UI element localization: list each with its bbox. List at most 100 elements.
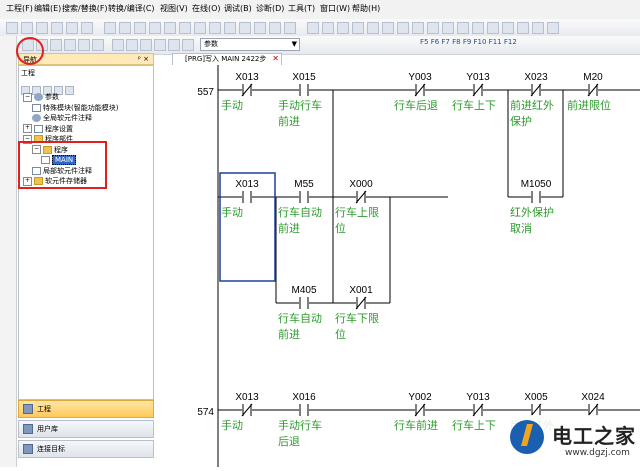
toolbar-button-icon[interactable]	[254, 22, 266, 34]
tree-item[interactable]: 全局软元件注释	[32, 113, 92, 123]
tree-item[interactable]: + 程序设置	[23, 124, 73, 134]
ladder-contact[interactable]: X024	[581, 392, 605, 417]
toolbar-button-icon[interactable]	[284, 22, 296, 34]
nav-tab-1[interactable]: 用户库	[18, 420, 154, 438]
toolbar-button-icon[interactable]	[64, 39, 76, 51]
ladder-contact[interactable]: Y003 行车后退	[394, 72, 438, 112]
nav-tab-0[interactable]: 工程	[18, 400, 154, 418]
toolbar-button-icon[interactable]	[224, 22, 236, 34]
tree-expander-icon[interactable]: −	[23, 92, 32, 102]
menu-item-7[interactable]: 诊断(D)	[256, 3, 284, 14]
contact-comment: 行车自动	[278, 311, 322, 325]
ladder-contact[interactable]: X015 手动行车前进	[278, 72, 322, 128]
toolbar-button-icon[interactable]	[397, 22, 409, 34]
toolbar-button-icon[interactable]	[50, 39, 62, 51]
ladder-contact[interactable]: M20 前进限位	[567, 72, 611, 112]
toolbar-button-icon[interactable]	[209, 22, 221, 34]
ladder-contact[interactable]: X000 行车上限位	[335, 179, 379, 235]
toolbar-button-icon[interactable]	[36, 22, 48, 34]
toolbar-button-icon[interactable]	[149, 22, 161, 34]
toolbar-button-icon[interactable]	[532, 22, 544, 34]
ladder-contact[interactable]: X013 手动	[221, 392, 259, 432]
menu-item-9[interactable]: 窗口(W)	[320, 3, 350, 14]
ladder-contact[interactable]: M55 行车自动前进	[278, 179, 322, 235]
tree-item-label: 特殊模块(智能功能模块)	[43, 103, 119, 112]
toolbar-button-icon[interactable]	[179, 22, 191, 34]
toolbar-button-icon[interactable]	[307, 22, 319, 34]
ladder-contact[interactable]: M1050 红外保护取消	[510, 179, 554, 235]
toolbar-button-icon[interactable]	[126, 39, 138, 51]
toolbar-button-icon[interactable]	[51, 22, 63, 34]
ladder-function-keys[interactable]: F5 F6 F7 F8 F9 F10 F11 F12	[420, 38, 517, 46]
ladder-contact[interactable]: Y002 行车前进	[394, 392, 438, 432]
menu-item-5[interactable]: 在线(O)	[192, 3, 221, 14]
toolbar-combo-param[interactable]: 参数 ▼	[200, 38, 300, 51]
toolbar-button-icon[interactable]	[517, 22, 529, 34]
menu-item-6[interactable]: 调试(B)	[224, 3, 252, 14]
step-number: 574	[197, 407, 214, 418]
ladder-contact[interactable]: X023 前进红外保护	[510, 72, 554, 128]
toolbar-button-icon[interactable]	[81, 22, 93, 34]
toolbar-button-icon[interactable]	[66, 22, 78, 34]
menu-item-2[interactable]: 搜索/替换(F)	[62, 3, 108, 14]
tree-item-label: 程序设置	[45, 124, 73, 133]
ladder-contact[interactable]: Y013 行车上下	[452, 72, 496, 112]
toolbar-button-icon[interactable]	[367, 22, 379, 34]
menu-item-10[interactable]: 帮助(H)	[352, 3, 380, 14]
toolbar-button-icon[interactable]	[352, 22, 364, 34]
toolbar-button-icon[interactable]	[442, 22, 454, 34]
toolbar-button-icon[interactable]	[457, 22, 469, 34]
toolbar-button-icon[interactable]	[322, 22, 334, 34]
toolbar-button-icon[interactable]	[164, 22, 176, 34]
toolbar-button-icon[interactable]	[119, 22, 131, 34]
nav-tab-2[interactable]: 连接目标	[18, 440, 154, 458]
toolbar-button-icon[interactable]	[487, 22, 499, 34]
ladder-contact[interactable]: Y013 行车上下	[452, 392, 496, 432]
toolbar-button-icon[interactable]	[104, 22, 116, 34]
editor-tab-main[interactable]: [PRG]写入 MAIN 2422步 ✕	[172, 53, 282, 65]
toolbar-button-icon[interactable]	[502, 22, 514, 34]
toolbar-button-icon[interactable]	[194, 22, 206, 34]
toolbar-button-icon[interactable]	[239, 22, 251, 34]
contact-device-label: M20	[583, 72, 603, 83]
contact-device-label: Y003	[408, 72, 432, 83]
nav-pin-close-icon[interactable]: ᵖ ×	[138, 55, 149, 63]
toolbar-button-icon[interactable]	[154, 39, 166, 51]
toolbar-button-icon[interactable]	[134, 22, 146, 34]
toolbar-button-icon[interactable]	[412, 22, 424, 34]
tree-expander-icon[interactable]: +	[23, 124, 32, 133]
menu-item-4[interactable]: 视图(V)	[160, 3, 188, 14]
toolbar-button-icon[interactable]	[112, 39, 124, 51]
ladder-contact[interactable]: X013 手动	[221, 179, 259, 219]
toolbar-button-icon[interactable]	[6, 22, 18, 34]
toolbar-button-icon[interactable]	[547, 22, 559, 34]
ladder-editor[interactable]: X013 手动 X015 手动行车 前进 Y003 行车后退 Y013 行车上下 X023 前进红外…	[158, 65, 640, 467]
toolbar-button-icon[interactable]	[78, 39, 90, 51]
toolbar-button-icon[interactable]	[140, 39, 152, 51]
toolbar-button-icon[interactable]	[427, 22, 439, 34]
toolbar-button-icon[interactable]	[21, 22, 33, 34]
tree-item[interactable]: 特殊模块(智能功能模块)	[32, 103, 118, 113]
menu-item-8[interactable]: 工具(T)	[288, 3, 315, 14]
ladder-contact[interactable]: X016 手动行车后退	[278, 392, 322, 448]
ladder-contact[interactable]: M405 行车自动前进	[278, 285, 322, 341]
left-dock-strip	[0, 36, 17, 467]
toolbar-button-icon[interactable]	[182, 39, 194, 51]
toolbar-button-icon[interactable]	[168, 39, 180, 51]
ladder-contact[interactable]: X001 行车下限位	[335, 285, 379, 341]
toolbar-button-icon[interactable]	[269, 22, 281, 34]
toolbar-button-icon[interactable]	[92, 39, 104, 51]
contact-device-label: X016	[292, 392, 316, 403]
filter-icon[interactable]	[65, 86, 74, 95]
ladder-contact[interactable]: X013 手动	[221, 72, 259, 112]
toolbar-button-icon[interactable]	[337, 22, 349, 34]
menu-item-0[interactable]: 工程(F)	[6, 3, 33, 14]
toolbar-button-icon[interactable]	[472, 22, 484, 34]
menu-item-3[interactable]: 转换/编译(C)	[108, 3, 155, 14]
nav-tab-label: 连接目标	[37, 445, 65, 453]
page-icon	[32, 103, 41, 112]
tree-item[interactable]: − 参数	[23, 92, 59, 102]
toolbar-button-icon[interactable]	[382, 22, 394, 34]
close-icon[interactable]: ✕	[272, 54, 279, 64]
menu-item-1[interactable]: 编辑(E)	[34, 3, 61, 14]
